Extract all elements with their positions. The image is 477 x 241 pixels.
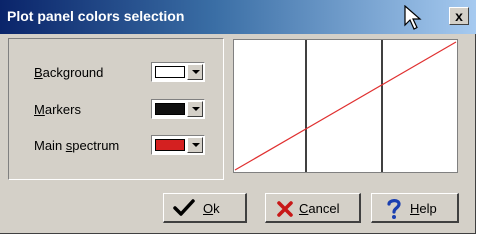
checkmark-icon bbox=[173, 199, 195, 216]
background-label-rest: ackground bbox=[42, 65, 104, 80]
plot-preview bbox=[233, 39, 458, 173]
red-x-icon bbox=[277, 201, 293, 217]
main-spectrum-dropdown-button[interactable] bbox=[187, 137, 203, 153]
cancel-label: Cancel bbox=[299, 201, 339, 216]
main-spectrum-color-swatch bbox=[155, 139, 185, 151]
background-color-select[interactable] bbox=[151, 62, 205, 82]
spectrum-line bbox=[234, 41, 457, 171]
background-label-accelerator: B bbox=[34, 65, 43, 80]
markers-color-select[interactable] bbox=[151, 99, 205, 119]
cancel-label-accelerator: C bbox=[299, 201, 309, 216]
help-label-rest: elp bbox=[419, 201, 437, 216]
background-dropdown-button[interactable] bbox=[187, 64, 203, 80]
close-icon: x bbox=[455, 8, 463, 24]
markers-color-swatch bbox=[155, 103, 185, 115]
plot-preview-canvas bbox=[234, 40, 457, 172]
markers-label: Markers bbox=[34, 102, 81, 117]
markers-dropdown-button[interactable] bbox=[187, 101, 203, 117]
chevron-down-icon bbox=[192, 107, 200, 111]
cancel-button[interactable]: Cancel bbox=[265, 193, 361, 223]
background-label: Background bbox=[34, 65, 103, 80]
main-spectrum-label-prefix: Main bbox=[34, 138, 66, 153]
help-label: Help bbox=[410, 201, 437, 216]
title-bar[interactable]: Plot panel colors selection x bbox=[0, 0, 476, 34]
main-spectrum-label: Main spectrum bbox=[34, 138, 119, 153]
close-button[interactable]: x bbox=[449, 7, 469, 25]
chevron-down-icon bbox=[192, 143, 200, 147]
chevron-down-icon bbox=[192, 70, 200, 74]
ok-button[interactable]: Ok bbox=[163, 193, 247, 223]
markers-label-accelerator: M bbox=[34, 102, 45, 117]
ok-label-rest: k bbox=[213, 201, 220, 216]
button-bar: Ok Cancel Help bbox=[0, 183, 476, 234]
background-color-swatch bbox=[155, 66, 185, 78]
main-spectrum-label-rest: pectrum bbox=[72, 138, 120, 153]
help-label-accelerator: H bbox=[410, 201, 420, 216]
question-mark-icon bbox=[387, 199, 401, 219]
plot-colors-dialog: Plot panel colors selection x Background… bbox=[0, 0, 476, 234]
window-title: Plot panel colors selection bbox=[7, 8, 185, 24]
ok-label: Ok bbox=[203, 201, 220, 216]
ok-label-accelerator: O bbox=[203, 201, 214, 216]
main-spectrum-color-select[interactable] bbox=[151, 135, 205, 155]
mouse-pointer-icon bbox=[404, 5, 422, 30]
help-button[interactable]: Help bbox=[371, 193, 459, 223]
cancel-label-rest: ancel bbox=[308, 201, 340, 216]
markers-label-rest: arkers bbox=[44, 102, 81, 117]
